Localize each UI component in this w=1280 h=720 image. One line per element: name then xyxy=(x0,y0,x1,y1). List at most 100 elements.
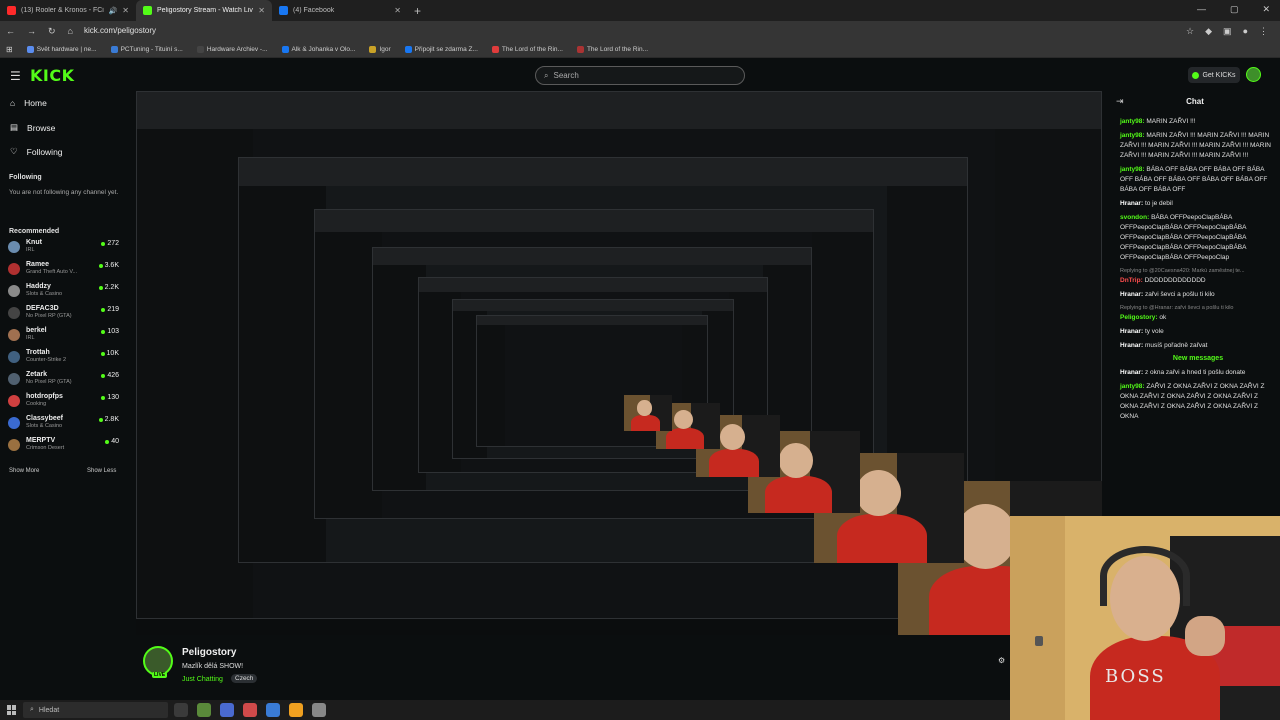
reload-icon[interactable]: ↻ xyxy=(48,26,56,37)
video-player[interactable] xyxy=(136,91,1102,635)
sidebar-item-following[interactable]: ♡ Following xyxy=(10,146,63,157)
recommended-channel[interactable]: Haddzy Slots & Casino 2.2K xyxy=(8,283,122,305)
live-dot-icon xyxy=(105,439,110,444)
taskbar-app-icon[interactable] xyxy=(289,703,303,717)
url-field[interactable]: kick.com/peligostory xyxy=(84,26,156,35)
browser-tab[interactable]: Peligostory Stream - Watch Liv ✕ xyxy=(136,0,272,21)
chat-username[interactable]: janty98: xyxy=(1120,132,1145,139)
menu-dots-icon[interactable]: ⋮ xyxy=(1259,26,1268,37)
channel-category: Crimson Desert xyxy=(26,445,65,451)
extensions-puzzle-icon[interactable]: ▣ xyxy=(1223,26,1232,37)
bookmark-item[interactable]: PCTuning - Tituiní s... xyxy=(110,45,183,53)
chat-header: ⇥ Chat xyxy=(1110,91,1280,111)
bookmark-item[interactable]: Svět hardware | ne... xyxy=(26,45,97,53)
recommended-channel[interactable]: MERPTV Crimson Desert 40 xyxy=(8,437,122,459)
bookmark-item[interactable]: The Lord of the Rin... xyxy=(576,45,648,53)
sidebar-item-home[interactable]: ⌂ Home xyxy=(10,98,47,108)
show-more-button[interactable]: Show More xyxy=(9,468,39,474)
streamer-name[interactable]: Peligostory xyxy=(182,647,236,658)
stream-category[interactable]: Just Chatting xyxy=(182,676,223,683)
bookmarks-bar: ⊞ Svět hardware | ne... PCTuning - Tituiní… xyxy=(0,41,1280,58)
chat-username[interactable]: Hranar: xyxy=(1120,328,1143,335)
chat-username[interactable]: Hranar: xyxy=(1120,200,1143,207)
browser-tab[interactable]: (4) Facebook ✕ xyxy=(272,0,408,21)
bookmark-favicon-icon xyxy=(281,45,289,53)
chat-username[interactable]: janty98: xyxy=(1120,166,1145,173)
taskbar-app-icon[interactable] xyxy=(266,703,280,717)
bookmark-item[interactable]: Igor xyxy=(369,45,391,53)
home-icon[interactable]: ⌂ xyxy=(68,26,73,36)
bookmark-star-icon[interactable]: ☆ xyxy=(1186,26,1194,37)
chat-messages: janty98: MARIN ZAŘVI !!! janty98: MARIN Z… xyxy=(1120,117,1276,426)
recommended-channel[interactable]: Classybeef Slots & Casino 2.8K xyxy=(8,415,122,437)
channel-name: Haddzy xyxy=(26,283,51,290)
close-tab-icon[interactable]: ✕ xyxy=(258,6,265,15)
chat-panel: ⇥ Chat janty98: MARIN ZAŘVI !!! janty98: … xyxy=(1110,91,1280,516)
close-tab-icon[interactable]: ✕ xyxy=(394,6,401,15)
chat-username[interactable]: svondon: xyxy=(1120,214,1149,221)
chat-username[interactable]: janty98: xyxy=(1120,118,1145,125)
recommended-channel[interactable]: Trottah Counter-Strike 2 10K xyxy=(8,349,122,371)
recommended-channel[interactable]: Zetark No Pixel RP (GTA) 426 xyxy=(8,371,122,393)
profile-icon[interactable]: ● xyxy=(1243,26,1248,37)
chat-username[interactable]: janty98: xyxy=(1120,383,1145,390)
chat-text: MARIN ZAŘVI !!! xyxy=(1146,118,1196,125)
address-bar: ← → ↻ ⌂ kick.com/peligostory ☆ ◆ ▣ ● ⋮ xyxy=(0,21,1280,41)
windows-start-icon[interactable] xyxy=(7,705,17,715)
stream-tag[interactable]: Czech xyxy=(231,674,258,683)
forward-icon[interactable]: → xyxy=(27,26,36,36)
chat-username[interactable]: Hranar: xyxy=(1120,342,1143,349)
maximize-icon[interactable]: ▢ xyxy=(1230,4,1239,15)
taskbar-app-icon[interactable] xyxy=(243,703,257,717)
recommended-channel[interactable]: hotdropfps Cooking 130 xyxy=(8,393,122,415)
back-icon[interactable]: ← xyxy=(6,26,15,36)
hamburger-menu-icon[interactable]: ☰ xyxy=(10,69,21,83)
bookmark-item[interactable]: Hardware Archiev -... xyxy=(196,45,268,53)
kick-logo[interactable]: KICK xyxy=(30,66,75,85)
bookmark-favicon-icon xyxy=(369,45,377,53)
sidebar-item-label: Browse xyxy=(27,122,56,133)
not-following-message: You are not following any channel yet. xyxy=(9,189,119,196)
recommended-channel[interactable]: DEFAC3D No Pixel RP (GTA) 219 xyxy=(8,305,122,327)
user-avatar[interactable] xyxy=(1246,67,1261,82)
recommended-channel[interactable]: berkel IRL 103 xyxy=(8,327,122,349)
apps-grid-icon[interactable]: ⊞ xyxy=(6,45,13,54)
channel-category: Slots & Casino xyxy=(26,423,63,429)
taskbar-app-icon[interactable] xyxy=(174,703,188,717)
sidebar-item-browse[interactable]: ▤ Browse xyxy=(10,122,55,133)
bookmark-item[interactable]: Připojit se zdarma Z... xyxy=(404,45,478,53)
tray-icon[interactable]: ⚙ xyxy=(998,656,1005,665)
channel-category: Slots & Casino xyxy=(26,291,63,297)
extension-icon[interactable]: ◆ xyxy=(1205,26,1212,37)
os-taskbar: ⌕ Hledat xyxy=(0,700,1010,720)
speaker-icon[interactable]: 🔊 xyxy=(109,7,118,15)
close-window-icon[interactable]: ✕ xyxy=(1262,4,1270,15)
bookmark-favicon-icon xyxy=(576,45,584,53)
chat-username[interactable]: Hranar: xyxy=(1120,291,1143,298)
channel-category: IRL xyxy=(26,335,35,341)
taskbar-app-icon[interactable] xyxy=(220,703,234,717)
get-kicks-button[interactable]: Get KICKs xyxy=(1188,67,1240,83)
bookmark-item[interactable]: Alk & Johanka v Olo... xyxy=(281,45,355,53)
chat-username[interactable]: Peligostory: xyxy=(1120,314,1158,321)
search-input[interactable]: ⌕ Search xyxy=(535,66,745,85)
taskbar-app-icon[interactable] xyxy=(312,703,326,717)
bookmark-label: Igor xyxy=(379,45,391,53)
recommended-channel[interactable]: Knut IRL 272 xyxy=(8,239,122,261)
browser-tab[interactable]: (13) Rooler & Kronos - FCi 🔊 ✕ xyxy=(0,0,136,21)
taskbar-search-input[interactable]: ⌕ Hledat xyxy=(23,702,168,718)
chat-message: Hranar: zařvi ševci a pošlu ti kilo xyxy=(1120,290,1276,300)
close-tab-icon[interactable]: ✕ xyxy=(122,6,129,15)
shirt-logo: BOSS xyxy=(1105,666,1166,687)
tab-favicon-icon xyxy=(7,6,16,15)
taskbar-app-icon[interactable] xyxy=(197,703,211,717)
new-tab-button[interactable]: + xyxy=(414,4,421,18)
streamer-webcam: BOSS xyxy=(1010,516,1280,720)
chat-username[interactable]: DnTrip: xyxy=(1120,277,1143,284)
show-less-button[interactable]: Show Less xyxy=(87,468,116,474)
following-section-title: Following xyxy=(9,174,42,181)
chat-username[interactable]: Hranar: xyxy=(1120,369,1143,376)
bookmark-item[interactable]: The Lord of the Rin... xyxy=(491,45,563,53)
recommended-channel[interactable]: Ramee Grand Theft Auto V... 3.6K xyxy=(8,261,122,283)
minimize-icon[interactable]: — xyxy=(1197,4,1206,15)
